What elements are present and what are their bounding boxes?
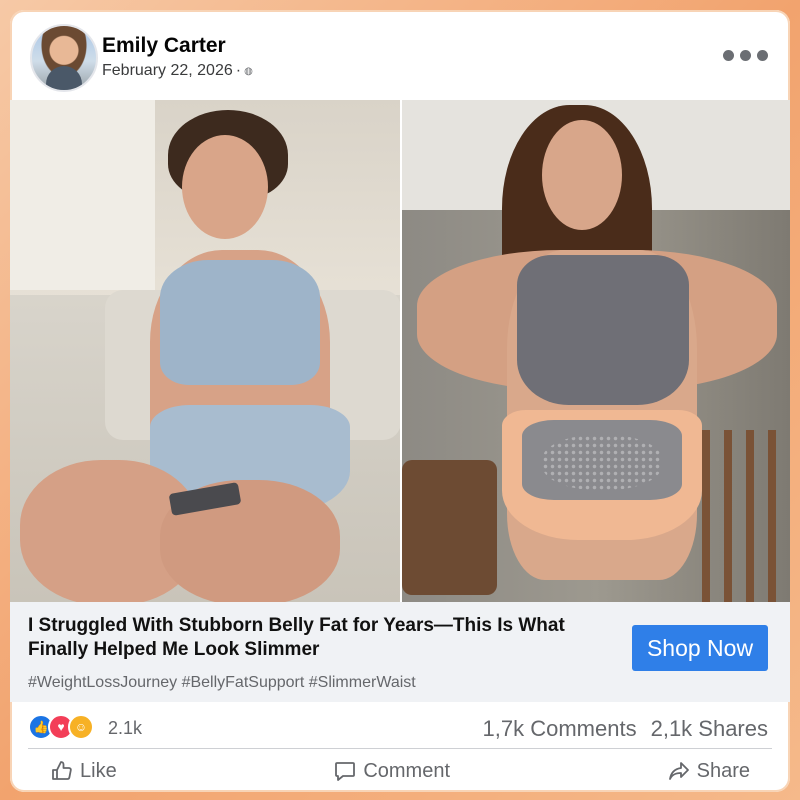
dot-icon bbox=[723, 50, 734, 61]
care-reaction-icon: ☺ bbox=[68, 714, 94, 740]
comments-count[interactable]: 1,7k Comments bbox=[483, 716, 637, 742]
like-label: Like bbox=[80, 759, 117, 782]
post-date-text: February 22, 2026 bbox=[102, 62, 233, 79]
globe-icon: ◍ bbox=[244, 65, 253, 77]
ad-banner[interactable]: I Struggled With Stubborn Belly Fat for … bbox=[10, 602, 790, 702]
post-photos[interactable] bbox=[10, 100, 790, 602]
reaction-count[interactable]: 2.1k bbox=[108, 718, 142, 739]
more-options-button[interactable] bbox=[723, 50, 768, 61]
thumbs-up-icon bbox=[52, 761, 72, 780]
like-button[interactable]: Like bbox=[50, 750, 117, 792]
share-label: Share bbox=[696, 759, 750, 782]
reactions-bar: 👍 ♥ ☺ 2.1k 1,7k Comments 2,1k Shares bbox=[10, 702, 790, 748]
post-date[interactable]: February 22, 2026 · ◍ bbox=[102, 62, 253, 80]
ad-headline[interactable]: I Struggled With Stubborn Belly Fat for … bbox=[28, 614, 588, 662]
dot-icon bbox=[757, 50, 768, 61]
share-button[interactable]: Share bbox=[667, 750, 750, 792]
after-photo[interactable] bbox=[402, 100, 790, 602]
author-name[interactable]: Emily Carter bbox=[102, 34, 226, 58]
engagement-counts: 1,7k Comments 2,1k Shares bbox=[483, 716, 768, 742]
avatar[interactable] bbox=[30, 24, 98, 92]
action-bar: Like Comment Share bbox=[10, 750, 790, 792]
divider bbox=[28, 748, 772, 749]
dot-icon bbox=[740, 50, 751, 61]
shop-now-button[interactable]: Shop Now bbox=[632, 625, 768, 671]
reaction-icons[interactable]: 👍 ♥ ☺ bbox=[28, 714, 94, 740]
post-header: Emily Carter February 22, 2026 · ◍ bbox=[10, 10, 790, 100]
hashtags[interactable]: #WeightLossJourney #BellyFatSupport #Sli… bbox=[28, 674, 416, 692]
comment-button[interactable]: Comment bbox=[333, 750, 450, 792]
shares-count[interactable]: 2,1k Shares bbox=[651, 716, 768, 742]
post-card: Emily Carter February 22, 2026 · ◍ I Str… bbox=[10, 10, 790, 792]
share-arrow-icon bbox=[668, 762, 689, 780]
before-photo[interactable] bbox=[10, 100, 400, 602]
comment-label: Comment bbox=[363, 759, 451, 782]
comment-icon bbox=[335, 762, 356, 781]
